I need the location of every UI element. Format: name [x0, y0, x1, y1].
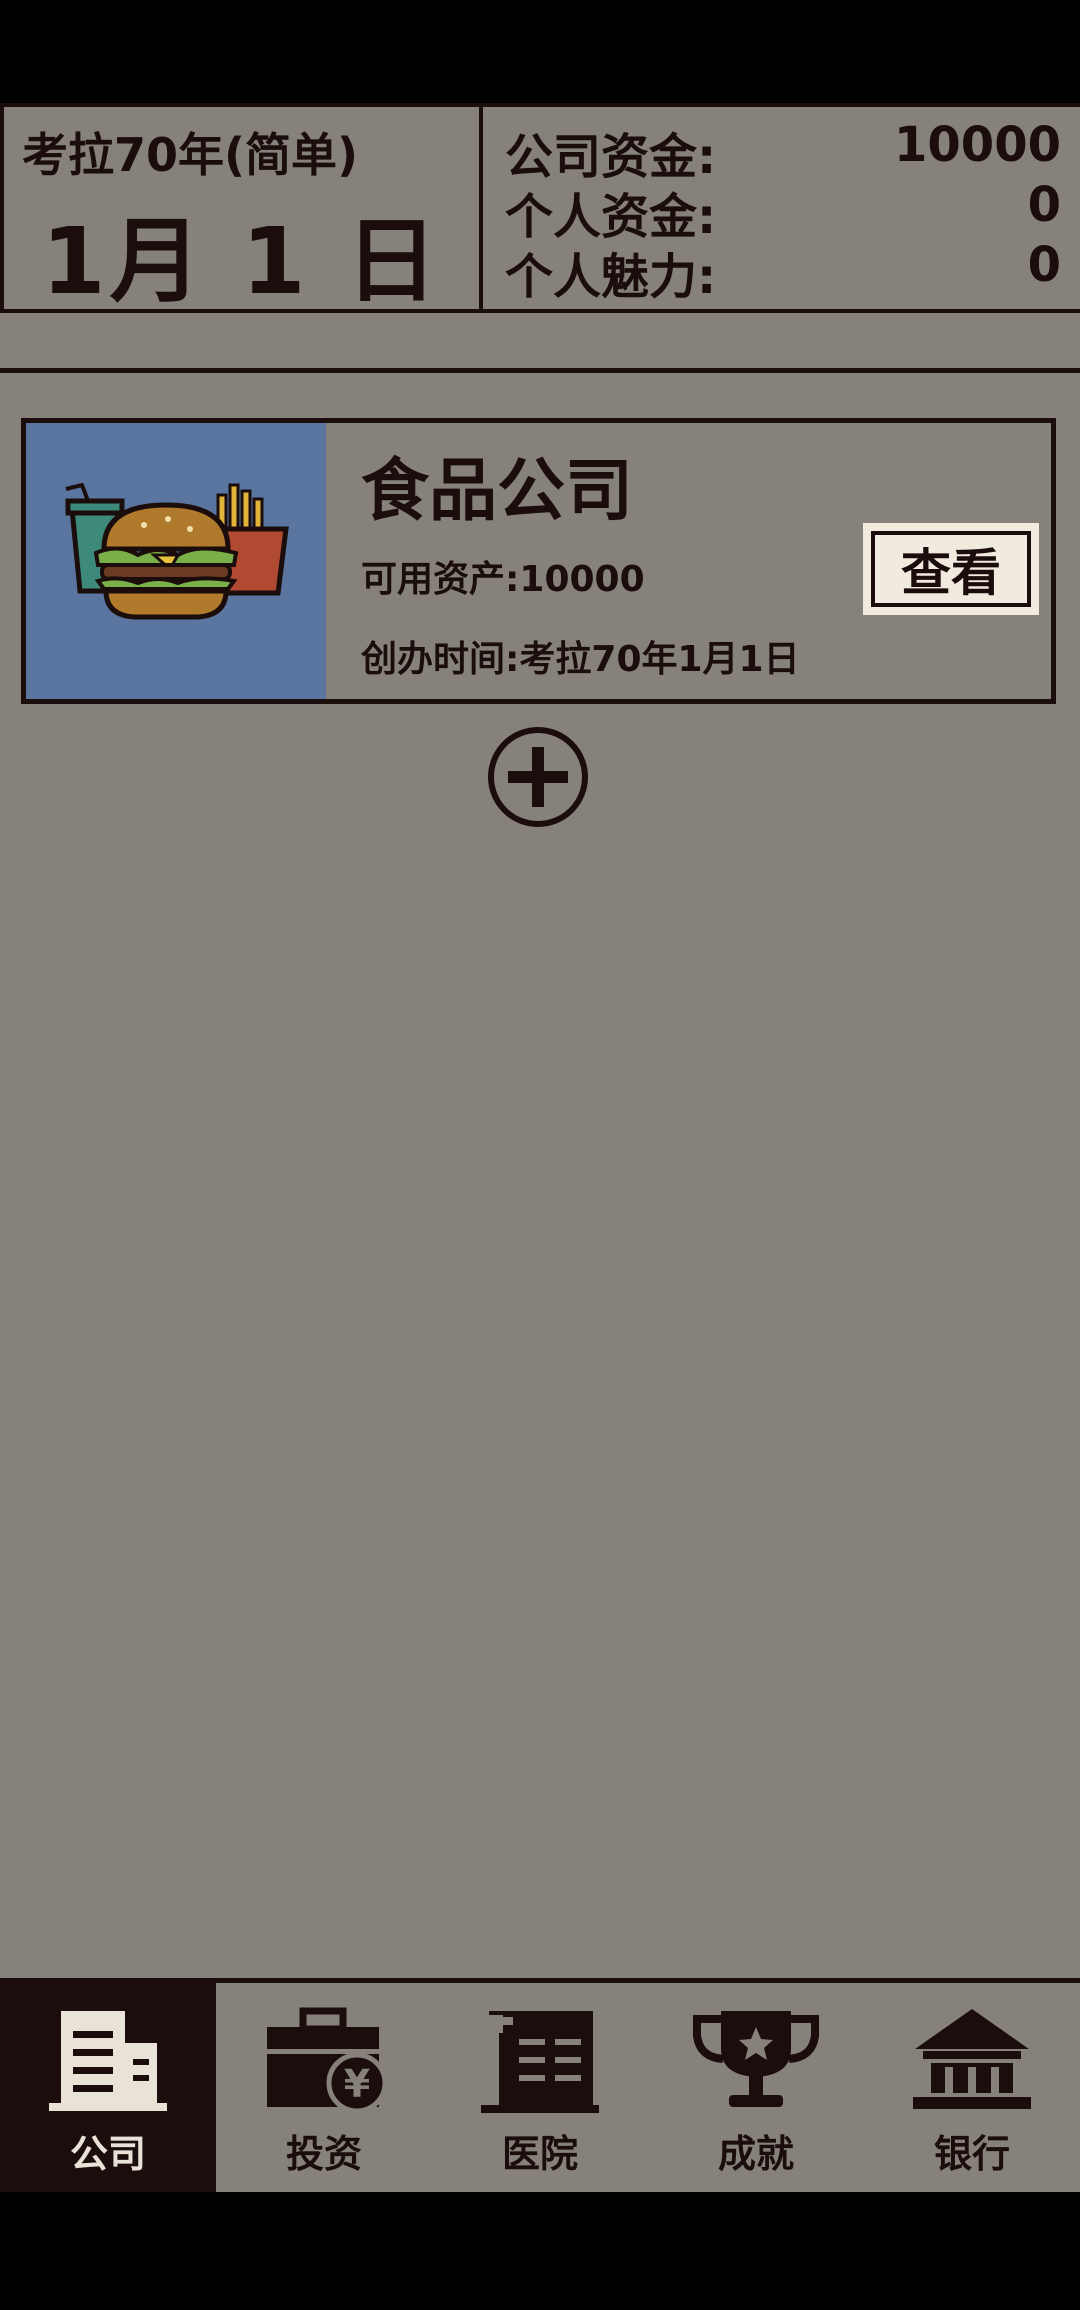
company-image — [26, 423, 326, 699]
tab-company-label: 公司 — [69, 2132, 146, 2176]
divider — [0, 368, 1080, 373]
bottom-nav: 公司 ¥ 投资 医院 成就 银行 — [0, 1978, 1080, 2192]
svg-text:¥: ¥ — [344, 2062, 370, 2106]
tab-invest-label: 投资 — [285, 2132, 362, 2176]
charisma-label: 个人魅力: — [505, 249, 717, 305]
view-button-label: 查看 — [871, 531, 1031, 607]
building-icon — [49, 2011, 167, 2111]
company-funds-row: 公司资金: 10000 — [505, 117, 1061, 185]
personal-funds-row: 个人资金: 0 — [505, 177, 1061, 245]
era-label: 考拉70年(简单) — [22, 128, 359, 182]
charisma-row: 个人魅力: 0 — [505, 237, 1061, 305]
game-screen: 考拉70年(简单) 1月 1 日 公司资金: 10000 个人资金: 0 个人魅… — [0, 103, 1080, 2192]
trophy-icon — [693, 2011, 819, 2107]
tab-achievement[interactable]: 成就 — [648, 1983, 864, 2192]
company-assets: 可用资产:10000 — [361, 559, 645, 600]
personal-funds-value: 0 — [1027, 177, 1061, 233]
tab-achievement-label: 成就 — [717, 2132, 794, 2176]
charisma-value: 0 — [1027, 237, 1061, 293]
company-name: 食品公司 — [361, 452, 634, 531]
company-card[interactable]: 食品公司 可用资产:10000 创办时间:考拉70年1月1日 查看 — [21, 418, 1056, 704]
tab-hospital[interactable]: 医院 — [432, 1983, 648, 2192]
tab-invest[interactable]: ¥ 投资 — [216, 1983, 432, 2192]
bank-icon — [913, 2009, 1031, 2109]
tab-hospital-label: 医院 — [501, 2132, 578, 2176]
view-button[interactable]: 查看 — [863, 523, 1039, 615]
status-header: 考拉70年(简单) 1月 1 日 公司资金: 10000 个人资金: 0 个人魅… — [0, 103, 1080, 315]
tab-bank-label: 银行 — [933, 2132, 1010, 2176]
company-founded: 创办时间:考拉70年1月1日 — [361, 639, 800, 680]
company-funds-value: 10000 — [894, 117, 1061, 173]
date-panel: 考拉70年(简单) 1月 1 日 — [0, 107, 483, 315]
tab-bank[interactable]: 银行 — [864, 1983, 1080, 2192]
current-date: 1月 1 日 — [41, 208, 442, 315]
burger-fries-icon — [65, 483, 289, 620]
plus-circle-icon[interactable] — [486, 725, 590, 829]
briefcase-yen-icon: ¥ — [267, 2007, 388, 2114]
tab-company[interactable]: 公司 — [0, 1983, 216, 2192]
hospital-icon — [481, 2007, 599, 2113]
